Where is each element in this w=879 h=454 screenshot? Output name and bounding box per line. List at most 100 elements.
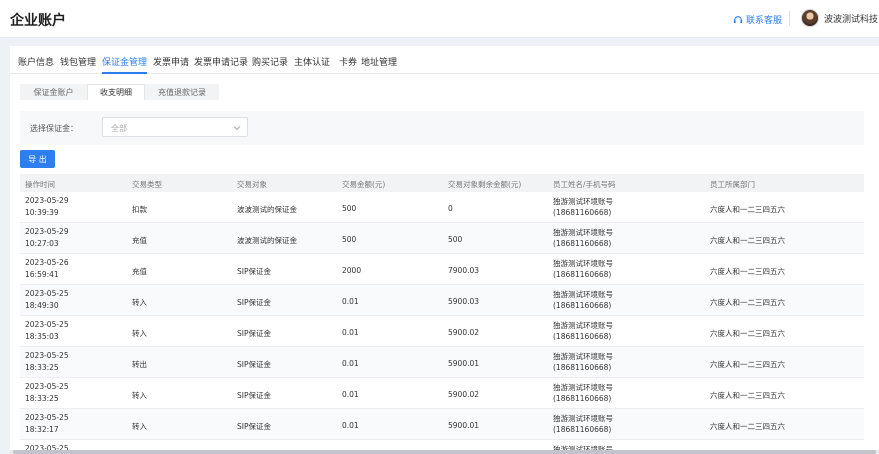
table-header: 操作时间 交易类型 交易对象 交易金额(元) 交易对象剩余金额(元) 员工姓名/… — [20, 174, 864, 192]
cell-dept: 六度人和一二三四五六 — [710, 360, 785, 369]
table-row: 2023-05-26 16:59:41 充值 SIP保证金 2000 7900.03 六度人… — [20, 254, 864, 285]
cell-employee-name: 独游测试环境账号 — [553, 414, 613, 423]
col-employee: 员工姓名/手机号码 — [553, 180, 616, 189]
chevron-down-icon — [233, 126, 241, 131]
cell-type: 转入 — [132, 298, 147, 307]
cell-amount: 0.01 — [342, 359, 359, 368]
cell-time: 18:33:25 — [25, 394, 59, 403]
cell-dept: 六度人和一二三四五六 — [710, 391, 785, 400]
contact-support-label: 联系客服 — [746, 16, 783, 26]
cell-amount: 0.01 — [342, 297, 359, 306]
cell-time: 18:49:30 — [25, 301, 59, 310]
table-row: 2023-05-25 18:33:25 转入 SIP保证金 0.01 5900.02 六度人… — [20, 378, 864, 409]
subtab-recharge-refund[interactable]: 充值退款记录 — [145, 84, 219, 100]
cell-target: SIP保证金 — [237, 422, 271, 431]
tab-invoice-apply[interactable]: 发票申请 — [153, 55, 189, 68]
subtab-deposit-account[interactable]: 保证金账户 — [20, 84, 87, 100]
deposit-select-value: 全部 — [111, 124, 127, 133]
cell-target: 波波测试的保证金 — [237, 205, 297, 214]
cell-employee-phone: (18681160668) — [553, 394, 612, 403]
cell-date: 2023-05-29 — [25, 227, 69, 236]
cell-amount: 2000 — [342, 266, 362, 275]
cell-date: 2023-05-25 — [25, 351, 69, 360]
filter-bar: 选择保证金： 全部 — [20, 111, 864, 145]
cell-time: 10:39:39 — [25, 208, 59, 217]
cell-target: 波波测试的保证金 — [237, 236, 297, 245]
col-amount: 交易金额(元) — [342, 180, 386, 189]
page-title: 企业账户 — [10, 13, 66, 29]
cell-target: SIP保证金 — [237, 360, 271, 369]
cell-time: 18:32:17 — [25, 425, 59, 434]
cell-date: 2023-05-26 — [25, 258, 69, 267]
top-header: 企业账户 联系客服 波波测试科技... — [0, 0, 879, 38]
cell-employee-name: 独游测试环境账号 — [553, 321, 613, 330]
cell-employee-name: 独游测试环境账号 — [553, 259, 613, 268]
cell-balance: 5900.01 — [448, 359, 480, 368]
contact-support-link[interactable]: 联系客服 — [733, 13, 782, 26]
col-balance: 交易对象剩余金额(元) — [448, 180, 522, 189]
cell-target: SIP保证金 — [237, 298, 271, 307]
col-type: 交易类型 — [132, 180, 162, 189]
cell-employee-phone: (18681160668) — [553, 332, 612, 341]
tab-purchase-records[interactable]: 购买记录 — [252, 55, 288, 68]
tab-coupons[interactable]: 卡券 — [339, 55, 357, 68]
tab-account-info[interactable]: 账户信息 — [18, 55, 54, 68]
col-target: 交易对象 — [237, 180, 267, 189]
cell-balance: 500 — [448, 235, 463, 244]
cell-employee-name: 独游测试环境账号 — [553, 352, 613, 361]
account-nav-tabs: 账户信息 钱包管理 保证金管理 发票申请 发票申请记录 购买记录 主体认证 卡券… — [10, 46, 879, 74]
export-button[interactable]: 导 出 — [20, 150, 55, 168]
cell-employee-phone: (18681160668) — [553, 425, 612, 434]
cell-amount: 0.01 — [342, 328, 359, 337]
deposit-filter-label: 选择保证金： — [30, 124, 78, 133]
cell-type: 充值 — [132, 236, 147, 245]
cell-date: 2023-05-25 — [25, 289, 69, 298]
cell-time: 10:27:03 — [25, 239, 59, 248]
scrollbar-thumb[interactable] — [13, 450, 876, 454]
cell-time: 18:33:25 — [25, 363, 59, 372]
table-row: 2023-05-29 10:39:39 扣款 波波测试的保证金 500 0 六度人和一二三四… — [20, 192, 864, 223]
subtab-income-expense[interactable]: 收支明细 — [87, 84, 145, 100]
cell-type: 扣款 — [132, 205, 147, 214]
deposit-select[interactable]: 全部 — [102, 117, 248, 137]
cell-dept: 六度人和一二三四五六 — [710, 205, 785, 214]
horizontal-scrollbar[interactable] — [10, 450, 879, 454]
user-menu[interactable]: 波波测试科技... — [801, 9, 879, 27]
cell-employee-phone: (18681160668) — [553, 208, 612, 217]
tab-address[interactable]: 地址管理 — [361, 55, 397, 68]
tab-wallet[interactable]: 钱包管理 — [60, 55, 96, 68]
content-card: 账户信息 钱包管理 保证金管理 发票申请 发票申请记录 购买记录 主体认证 卡券… — [10, 46, 879, 454]
cell-type: 转入 — [132, 422, 147, 431]
col-department: 员工所属部门 — [710, 180, 755, 189]
cell-dept: 六度人和一二三四五六 — [710, 329, 785, 338]
cell-employee-name: 独游测试环境账号 — [553, 197, 613, 206]
cell-employee-phone: (18681160668) — [553, 301, 612, 310]
avatar — [801, 9, 819, 27]
cell-type: 转入 — [132, 391, 147, 400]
table-row: 2023-05-25 18:49:30 转入 SIP保证金 0.01 5900.03 六度人… — [20, 285, 864, 316]
cell-employee-name: 独游测试环境账号 — [553, 228, 613, 237]
cell-employee-phone: (18681160668) — [553, 270, 612, 279]
cell-employee-phone: (18681160668) — [553, 363, 612, 372]
cell-amount: 0.01 — [342, 421, 359, 430]
table-row: 2023-05-25 18:33:25 转出 SIP保证金 0.01 5900.01 六度人… — [20, 347, 864, 378]
tab-deposit-management[interactable]: 保证金管理 — [102, 55, 147, 68]
cell-balance: 5900.03 — [448, 297, 480, 306]
cell-date: 2023-05-25 — [25, 413, 69, 422]
table-row: 2023-05-25 18:35:03 转入 SIP保证金 0.01 5900.02 六度人… — [20, 316, 864, 347]
cell-target: SIP保证金 — [237, 329, 271, 338]
cell-target: SIP保证金 — [237, 391, 271, 400]
cell-balance: 5900.02 — [448, 390, 480, 399]
cell-date: 2023-05-25 — [25, 320, 69, 329]
headset-icon — [733, 15, 743, 23]
cell-balance: 0 — [448, 204, 453, 213]
tab-invoice-records[interactable]: 发票申请记录 — [194, 55, 248, 68]
cell-time: 18:35:03 — [25, 332, 59, 341]
cell-target: SIP保证金 — [237, 267, 271, 276]
tab-entity-verification[interactable]: 主体认证 — [294, 55, 330, 68]
cell-balance: 5900.01 — [448, 421, 480, 430]
active-tab-indicator — [102, 72, 147, 74]
cell-amount: 500 — [342, 235, 357, 244]
cell-balance: 5900.02 — [448, 328, 480, 337]
user-name: 波波测试科技... — [824, 14, 879, 25]
